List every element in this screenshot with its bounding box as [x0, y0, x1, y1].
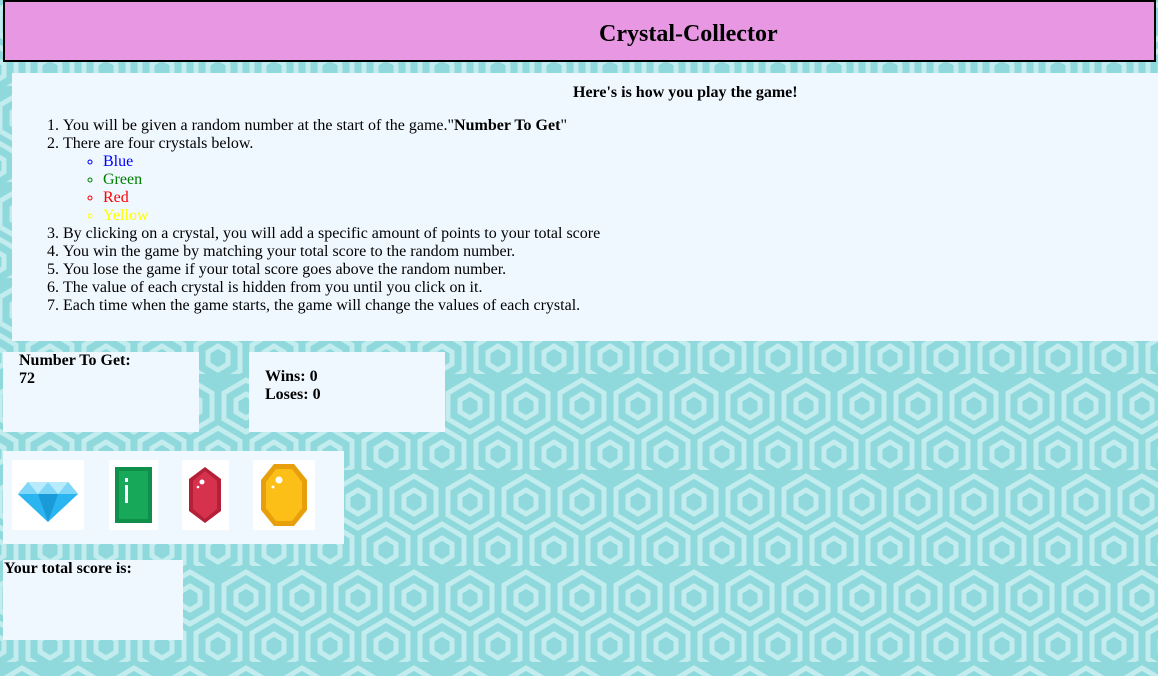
loses-counter: Loses: 0	[265, 386, 321, 403]
number-to-get-label: Number To Get:	[19, 352, 131, 369]
crystals-panel	[3, 451, 344, 544]
red-crystal-button[interactable]	[182, 460, 229, 530]
crystal-color-green: Green	[103, 171, 600, 189]
blue-crystal-button[interactable]	[12, 460, 84, 530]
page-title: Crystal-Collector	[599, 21, 778, 47]
loses-value: 0	[312, 386, 321, 403]
header-bar: Crystal-Collector	[3, 0, 1156, 62]
yellow-topaz-icon	[261, 464, 307, 526]
total-score-label: Your total score is:	[4, 560, 132, 577]
stats-box: Wins: 0 Loses: 0	[249, 352, 445, 432]
yellow-crystal-button[interactable]	[253, 460, 315, 530]
green-crystal-button[interactable]	[109, 460, 158, 530]
total-score-box: Your total score is:	[3, 560, 183, 640]
crystal-color-blue: Blue	[103, 153, 600, 171]
instructions-heading: Here's is how you play the game!	[573, 84, 798, 101]
green-emerald-icon	[115, 467, 152, 523]
instruction-step: You will be given a random number at the…	[63, 117, 600, 135]
wins-counter: Wins: 0	[265, 368, 318, 385]
number-to-get-box: Number To Get: 72	[3, 352, 199, 432]
instruction-step: The value of each crystal is hidden from…	[63, 279, 600, 297]
instruction-step: You win the game by matching your total …	[63, 243, 600, 261]
number-to-get-term: Number To Get	[454, 117, 561, 134]
wins-value: 0	[309, 368, 318, 385]
number-to-get-value: 72	[19, 370, 35, 387]
instructions-steps: You will be given a random number at the…	[12, 117, 600, 315]
instruction-step: Each time when the game starts, the game…	[63, 297, 600, 315]
instruction-step: There are four crystals below. Blue Gree…	[63, 135, 600, 225]
instruction-step: By clicking on a crystal, you will add a…	[63, 225, 600, 243]
crystal-color-red: Red	[103, 189, 600, 207]
crystal-color-yellow: Yellow	[103, 207, 600, 225]
red-ruby-icon	[189, 467, 221, 523]
blue-diamond-icon	[18, 482, 78, 522]
instructions-panel: Here's is how you play the game! You wil…	[12, 73, 1158, 341]
instruction-step: You lose the game if your total score go…	[63, 261, 600, 279]
crystal-color-list: Blue Green Red Yellow	[63, 153, 600, 225]
